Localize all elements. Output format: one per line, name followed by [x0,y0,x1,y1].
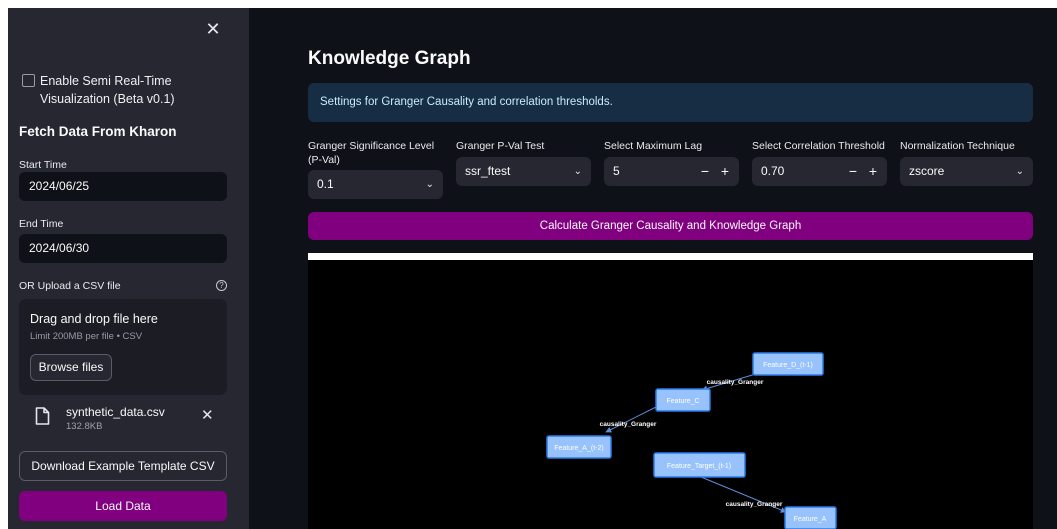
node-label: Feature_Target_(t-1) [667,463,731,470]
edge-label: causality_Granger [600,421,657,428]
pval-test-value: ssr_ftest [465,164,511,178]
upload-csv-label: OR Upload a CSV file [19,280,121,292]
info-banner: Settings for Granger Causality and corre… [308,83,1033,122]
node-label: Feature_A [794,516,827,523]
help-icon[interactable]: ? [216,280,227,291]
page-title: Knowledge Graph [308,48,471,69]
node-label: Feature_C [666,398,699,405]
remove-file-icon[interactable]: ✕ [201,408,214,424]
graph-node[interactable]: Feature_C [655,388,711,412]
chevron-down-icon: ⌄ [1015,166,1024,177]
edge-c-to-a2 [605,406,657,433]
corr-threshold-stepper[interactable]: 0.70 − + [752,157,887,186]
close-icon[interactable]: ✕ [204,20,222,38]
chevron-down-icon: ⌄ [573,166,582,177]
increment-button[interactable]: + [866,157,880,186]
normalization-label: Normalization Technique [900,140,1015,152]
knowledge-graph-svg: causality_Granger causality_Granger caus… [546,352,837,529]
file-icon [35,407,50,425]
calculate-graph-button[interactable]: Calculate Granger Causality and Knowledg… [308,212,1033,240]
file-dropzone[interactable]: Drag and drop file here Limit 200MB per … [19,299,227,395]
increment-button[interactable]: + [718,157,732,186]
graph-frame-top [308,253,1033,260]
sidebar: ✕ Enable Semi Real-Time Visualization (B… [8,8,249,529]
dropzone-subtitle: Limit 200MB per file • CSV [30,331,143,342]
browse-files-button[interactable]: Browse files [30,354,112,381]
uploaded-file-name: synthetic_data.csv [66,405,165,419]
end-time-label: End Time [19,218,64,230]
decrement-button[interactable]: − [698,157,712,186]
graph-node[interactable]: Feature_A [784,506,837,529]
edge-label: causality_Granger [726,501,783,508]
significance-value: 0.1 [317,177,334,191]
node-label: Feature_D_(t-1) [763,362,813,369]
graph-node[interactable]: Feature_Target_(t-1) [653,452,746,478]
normalization-value: zscore [909,164,945,178]
corr-threshold-value: 0.70 [761,164,785,178]
max-lag-label: Select Maximum Lag [604,140,703,152]
pval-test-label: Granger P-Val Test [456,140,545,152]
load-data-button[interactable]: Load Data [19,491,227,521]
edge-label: causality_Granger [707,379,764,386]
corr-threshold-label: Select Correlation Threshold [752,140,885,152]
end-time-input[interactable]: 2024/06/30 [19,234,227,263]
start-time-input[interactable]: 2024/06/25 [19,172,227,201]
significance-select[interactable]: 0.1 ⌄ [308,170,443,199]
chevron-down-icon: ⌄ [425,179,434,190]
significance-label: Granger Significance Level (P-Val) [308,140,435,166]
download-template-button[interactable]: Download Example Template CSV [19,451,227,481]
node-label: Feature_A_(t-2) [554,445,603,452]
graph-node[interactable]: Feature_D_(t-1) [752,352,824,376]
uploaded-file-size: 132.8KB [66,421,103,432]
normalization-select[interactable]: zscore ⌄ [900,157,1033,186]
pval-test-select[interactable]: ssr_ftest ⌄ [456,157,591,186]
decrement-button[interactable]: − [846,157,860,186]
max-lag-value: 5 [613,164,620,178]
semi-realtime-label: Enable Semi Real-Time Visualization (Bet… [40,74,175,106]
knowledge-graph-canvas[interactable]: causality_Granger causality_Granger caus… [308,260,1033,529]
main-content: Knowledge Graph Settings for Granger Cau… [249,8,1057,529]
max-lag-stepper[interactable]: 5 − + [604,157,739,186]
app-frame: ✕ Enable Semi Real-Time Visualization (B… [8,8,1057,529]
dropzone-title: Drag and drop file here [30,312,158,326]
graph-node[interactable]: Feature_A_(t-2) [546,435,612,459]
semi-realtime-checkbox[interactable] [22,74,35,87]
start-time-label: Start Time [19,159,67,171]
fetch-data-title: Fetch Data From Kharon [19,124,177,139]
